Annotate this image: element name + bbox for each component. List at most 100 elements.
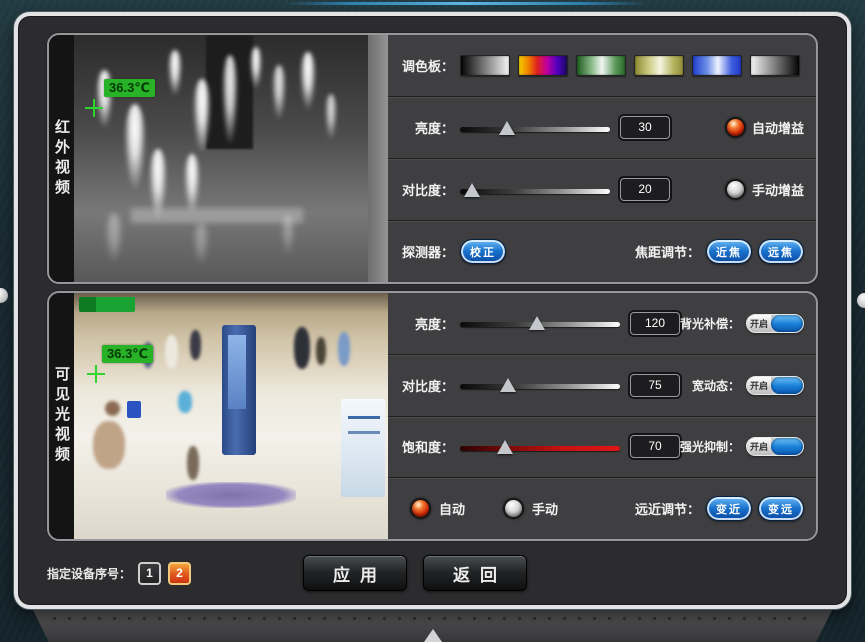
- ir-brightness-value[interactable]: 30: [620, 116, 670, 139]
- footer-bar: 指定设备序号： 1 2 应用 返回: [47, 550, 818, 596]
- ir-contrast-slider[interactable]: [460, 180, 610, 200]
- zoom-near-button[interactable]: 变近: [706, 496, 752, 521]
- vis-saturation-slider[interactable]: [460, 437, 620, 457]
- ir-figure: [325, 94, 337, 140]
- highlight-suppress-toggle-knob[interactable]: [771, 438, 803, 455]
- vis-contrast-slider[interactable]: [460, 375, 620, 395]
- zoom-far-button[interactable]: 变远: [758, 496, 804, 521]
- vis-figure: [294, 327, 310, 369]
- vis-figure: [165, 335, 178, 369]
- infrared-panel: 红外视频 36.3℃: [47, 33, 818, 284]
- vis-contrast-row: 对比度： 75 宽动态： 开启: [388, 354, 816, 416]
- ir-contrast-thumb[interactable]: [464, 183, 480, 197]
- backlight-toggle-knob[interactable]: [771, 315, 803, 332]
- vis-figure: [316, 337, 326, 365]
- visible-panel-title-strip: 可见光视频: [49, 293, 74, 539]
- scene-kiosk-screen: [228, 335, 246, 409]
- vis-figure: [178, 391, 192, 413]
- visible-controls: 亮度： 120 背光补偿： 开启 对比度：: [388, 293, 816, 539]
- vis-saturation-thumb[interactable]: [497, 440, 513, 454]
- calibrate-button[interactable]: 校正: [460, 239, 506, 264]
- crosshair-icon: [85, 99, 103, 117]
- ir-figure: [184, 154, 200, 214]
- highlight-suppress-label: 强光抑制：: [680, 438, 740, 455]
- ir-brightness-thumb[interactable]: [499, 121, 515, 135]
- ir-reflection: [281, 215, 295, 255]
- vis-brightness-value[interactable]: 120: [630, 312, 680, 335]
- vis-saturation-row: 饱和度： 70 强光抑制： 开启: [388, 416, 816, 478]
- highlight-suppress-toggle-state: 开启: [747, 438, 771, 455]
- scene-pillar: [368, 35, 388, 282]
- backlight-compensation-label: 背光补偿：: [680, 315, 740, 332]
- infrared-panel-title: 红外视频: [51, 119, 72, 199]
- palette-swatch-yellow-green[interactable]: [634, 55, 684, 76]
- far-focus-button[interactable]: 远焦: [758, 239, 804, 264]
- screen-background: 红外视频 36.3℃: [0, 0, 865, 642]
- vis-saturation-track[interactable]: [460, 446, 620, 451]
- ir-figure: [250, 47, 262, 89]
- right-bezel-dot: [857, 293, 865, 308]
- temperature-overlay: 36.3℃: [102, 345, 153, 363]
- vis-figure-head: [105, 401, 120, 416]
- vis-brightness-thumb[interactable]: [529, 316, 545, 330]
- ir-brightness-track[interactable]: [460, 127, 610, 132]
- focus-adjust-label: 焦距调节：: [635, 242, 700, 261]
- palette-swatch-black-hot[interactable]: [750, 55, 800, 76]
- device-frame: 红外视频 36.3℃: [14, 12, 851, 609]
- device-2-button[interactable]: 2: [168, 562, 191, 585]
- palette-swatches: [460, 55, 800, 76]
- visible-light-panel: 可见光视频 36.3℃: [47, 291, 818, 541]
- palette-swatch-iron[interactable]: [518, 55, 568, 76]
- ir-figure: [124, 104, 146, 190]
- detector-label: 探测器：: [396, 242, 454, 261]
- wide-dynamic-toggle-knob[interactable]: [771, 377, 803, 394]
- palette-row: 调色板：: [388, 35, 816, 96]
- manual-mode-label: 手动: [532, 499, 558, 518]
- ir-reflection: [105, 213, 123, 263]
- ir-figure: [222, 55, 238, 145]
- vis-brightness-slider[interactable]: [460, 313, 620, 333]
- backlight-compensation-toggle[interactable]: 开启: [746, 314, 804, 333]
- back-button[interactable]: 返回: [423, 555, 527, 591]
- vis-contrast-track[interactable]: [460, 384, 620, 389]
- vis-figure-foreground: [93, 421, 125, 469]
- vis-saturation-label: 饱和度：: [396, 437, 454, 456]
- vis-saturation-value[interactable]: 70: [630, 435, 680, 458]
- visible-video-feed: 36.3℃: [74, 293, 388, 539]
- device-1-button[interactable]: 1: [138, 562, 161, 585]
- vis-contrast-thumb[interactable]: [500, 378, 516, 392]
- ir-contrast-track[interactable]: [460, 189, 610, 194]
- highlight-suppress-toggle[interactable]: 开启: [746, 437, 804, 456]
- vis-contrast-value[interactable]: 75: [630, 374, 680, 397]
- crosshair-icon: [87, 365, 105, 383]
- ir-brightness-row: 亮度： 30 自动增益: [388, 96, 816, 158]
- palette-swatch-blue[interactable]: [692, 55, 742, 76]
- auto-mode-label: 自动: [439, 499, 465, 518]
- auto-mode-radio[interactable]: [410, 498, 431, 519]
- near-focus-button[interactable]: 近焦: [706, 239, 752, 264]
- ir-figure: [168, 50, 182, 96]
- vis-brightness-row: 亮度： 120 背光补偿： 开启: [388, 293, 816, 354]
- scene-floor-mat: [166, 482, 296, 508]
- monitor-stand: [20, 609, 845, 642]
- ir-figure: [300, 52, 316, 110]
- scene-exit-sign: [79, 297, 135, 312]
- infrared-video-feed: 36.3℃: [74, 35, 388, 282]
- palette-swatch-white-hot[interactable]: [460, 55, 510, 76]
- palette-swatch-green[interactable]: [576, 55, 626, 76]
- temperature-overlay: 36.3℃: [104, 79, 155, 97]
- ir-contrast-value[interactable]: 20: [620, 178, 670, 201]
- manual-mode-radio[interactable]: [503, 498, 524, 519]
- ir-brightness-slider[interactable]: [460, 118, 610, 138]
- top-accent-light: [283, 2, 648, 5]
- vis-mode-row: 自动 手动 远近调节： 变近 变远: [388, 477, 816, 539]
- auto-gain-radio[interactable]: [725, 117, 746, 138]
- auto-gain-label: 自动增益: [752, 118, 804, 137]
- wide-dynamic-toggle[interactable]: 开启: [746, 376, 804, 395]
- zoom-adjust-label: 远近调节：: [635, 499, 700, 518]
- manual-gain-radio[interactable]: [725, 179, 746, 200]
- apply-button[interactable]: 应用: [303, 555, 407, 591]
- scene-banner: [341, 399, 385, 497]
- device-number-label: 指定设备序号：: [47, 565, 131, 582]
- ir-contrast-label: 对比度：: [396, 180, 454, 199]
